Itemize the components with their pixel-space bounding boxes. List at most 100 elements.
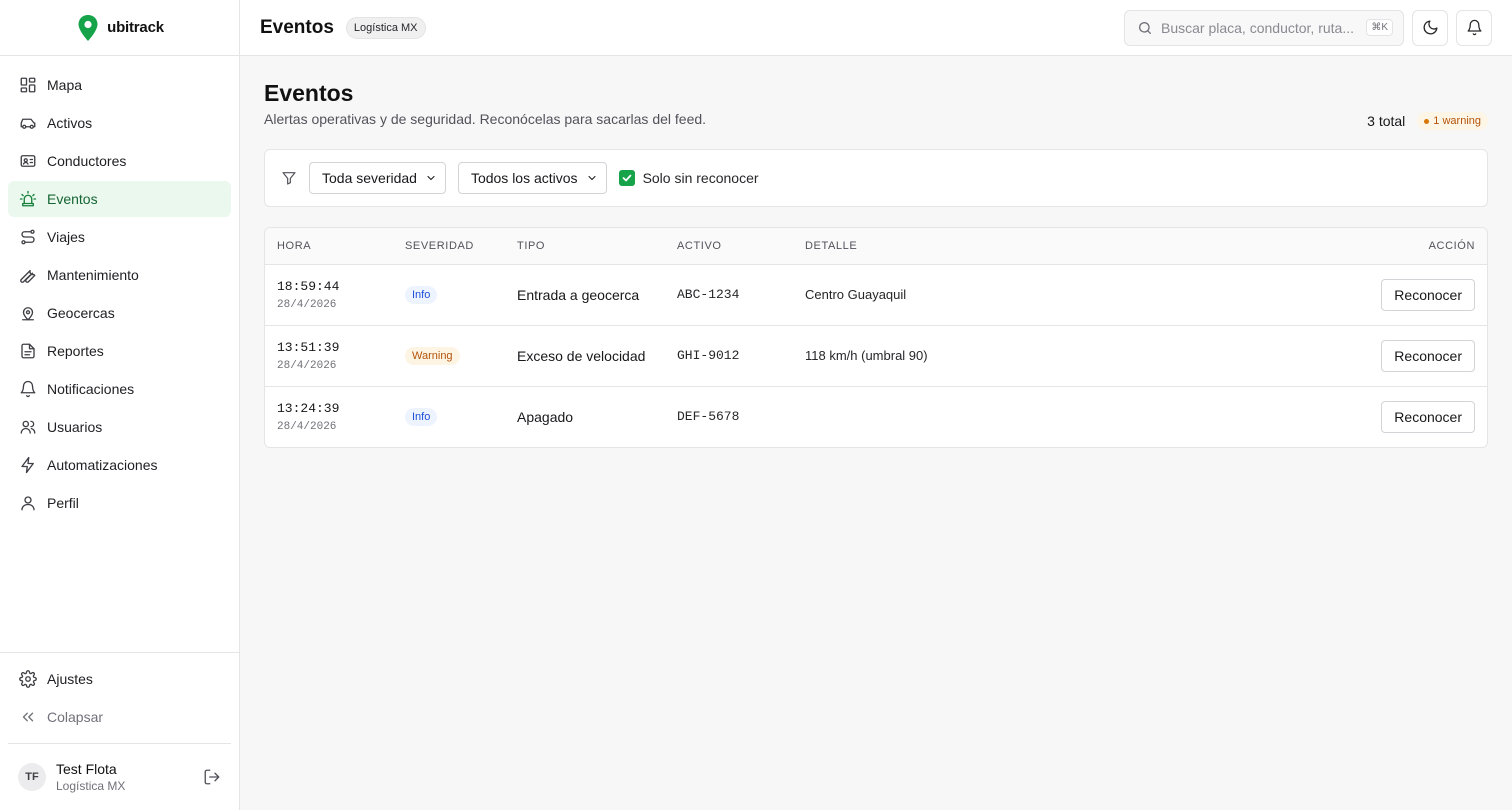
assets-select-value: Todos los activos [470,170,578,186]
theme-toggle-button[interactable] [1412,9,1448,46]
sidebar-item-label: Eventos [47,191,98,207]
severity-badge: Info [405,286,438,304]
filter-icon [281,170,297,186]
severity-cell: Info [393,264,505,326]
action-cell: Reconocer [1327,325,1487,387]
siren-icon [19,190,37,208]
table-row[interactable]: 18:59:44 28/4/2026 Info Entrada a geocer… [265,264,1487,326]
sidebar-item-label: Reportes [47,343,104,359]
warning-dot-icon [1424,118,1430,124]
detail-cell: 118 km/h (umbral 90) [793,325,1327,387]
logout-icon[interactable] [203,768,221,786]
column-header[interactable]: SEVERIDAD [393,228,505,265]
sidebar-nav: Mapa Activos Conductores Eventos Viajes [0,56,239,521]
page-title: Eventos [264,80,354,106]
column-header[interactable]: DETALLE [793,228,1327,265]
type-cell: Exceso de velocidad [505,325,665,387]
time-cell: 13:51:39 28/4/2026 [265,325,393,387]
sidebar-item-eventos[interactable]: Eventos [8,181,231,217]
zap-icon [19,456,37,474]
sidebar-item-geocercas[interactable]: Geocercas [8,295,231,331]
map-pin-icon [19,304,37,322]
users-icon [19,418,37,436]
event-date: 28/4/2026 [277,298,337,311]
gear-icon [19,670,37,688]
column-header[interactable]: ACTIVO [665,228,793,265]
time-cell: 13:24:39 28/4/2026 [265,386,393,447]
search-icon [1137,20,1153,36]
column-header: ACCIÓN [1327,228,1487,265]
id-card-icon [19,152,37,170]
brand[interactable]: ubitrack [0,0,239,56]
user-org: Logística MX [56,779,126,793]
sidebar-item-mapa[interactable]: Mapa [8,67,231,103]
action-cell: Reconocer [1327,264,1487,326]
asset-cell: ABC-1234 [665,264,793,326]
sidebar-item-label: Mantenimiento [47,267,139,283]
event-time: 13:51:39 [277,339,340,355]
sidebar-footer: Ajustes Colapsar TF Test Flota Logística… [0,652,239,810]
acknowledge-button[interactable]: Reconocer [1381,278,1475,311]
events-table-card: HORA SEVERIDAD TIPO ACTIVO DETALLE ACCIÓ… [264,227,1488,448]
sidebar-item-conductores[interactable]: Conductores [8,143,231,179]
table-row[interactable]: 13:51:39 28/4/2026 Warning Exceso de vel… [265,325,1487,387]
filter-bar: Toda severidad Todos los activos Solo si… [264,149,1488,207]
sidebar-item-label: Notificaciones [47,381,135,397]
events-table: HORA SEVERIDAD TIPO ACTIVO DETALLE ACCIÓ… [265,228,1487,447]
user-icon [19,494,37,512]
unacked-label: Solo sin reconocer [642,170,759,186]
acknowledge-button[interactable]: Reconocer [1381,339,1475,372]
wrench-icon [19,266,37,284]
sidebar-item-label: Usuarios [47,419,103,435]
sidebar: ubitrack Mapa Activos Conductores Evento… [0,0,240,810]
total-count: 3 total [1367,113,1406,129]
event-date: 28/4/2026 [277,420,337,433]
sidebar-item-label: Geocercas [47,305,115,321]
column-header[interactable]: HORA [265,228,393,265]
sidebar-item-perfil[interactable]: Perfil [8,485,231,521]
sidebar-item-usuarios[interactable]: Usuarios [8,409,231,445]
search-box[interactable]: ⌘K [1124,9,1404,46]
user-card: TF Test Flota Logística MX [0,744,239,810]
severity-cell: Warning [393,325,505,387]
location-pin-logo-icon [75,14,101,42]
acknowledge-button[interactable]: Reconocer [1381,400,1475,433]
asset-cell: DEF-5678 [677,409,740,425]
sidebar-item-automatizaciones[interactable]: Automatizaciones [8,447,231,483]
moon-icon [1422,19,1439,36]
type-cell: Entrada a geocerca [505,264,665,326]
notifications-button[interactable] [1456,9,1492,46]
severity-select[interactable]: Toda severidad [309,162,446,194]
bell-icon [19,380,37,398]
sidebar-item-reportes[interactable]: Reportes [8,333,231,369]
header-title: Eventos [260,16,334,38]
asset-cell: GHI-9012 [665,325,793,387]
sidebar-item-ajustes[interactable]: Ajustes [8,661,231,697]
column-header[interactable]: TIPO [505,228,665,265]
time-cell: 18:59:44 28/4/2026 [265,264,393,326]
sidebar-item-viajes[interactable]: Viajes [8,219,231,255]
detail-cell [793,386,1327,447]
org-badge[interactable]: Logística MX [345,16,426,39]
event-stats: 3 total 1 warning [1367,112,1488,130]
sidebar-item-activos[interactable]: Activos [8,105,231,141]
sidebar-item-label: Ajustes [47,671,93,687]
sidebar-footer-nav: Ajustes Colapsar [0,653,239,735]
shortcut-hint: ⌘K [1366,19,1393,36]
avatar[interactable]: TF [18,763,46,791]
assets-select[interactable]: Todos los activos [457,162,607,194]
severity-badge: Info [405,408,438,427]
search-input[interactable] [1161,19,1359,36]
unacked-filter[interactable]: Solo sin reconocer [618,170,759,186]
bell-icon [1466,19,1483,36]
user-info: Test Flota Logística MX [56,761,193,793]
event-date: 28/4/2026 [277,359,337,372]
user-name: Test Flota [56,761,117,777]
sidebar-item-notificaciones[interactable]: Notificaciones [8,371,231,407]
sidebar-item-label: Viajes [47,229,85,245]
unacked-checkbox[interactable] [618,170,635,186]
collapse-sidebar-button[interactable]: Colapsar [8,699,231,735]
sidebar-item-mantenimiento[interactable]: Mantenimiento [8,257,231,293]
sidebar-item-label: Automatizaciones [47,457,158,473]
table-row[interactable]: 13:24:39 28/4/2026 Info Apagado DEF-5678… [265,386,1487,447]
